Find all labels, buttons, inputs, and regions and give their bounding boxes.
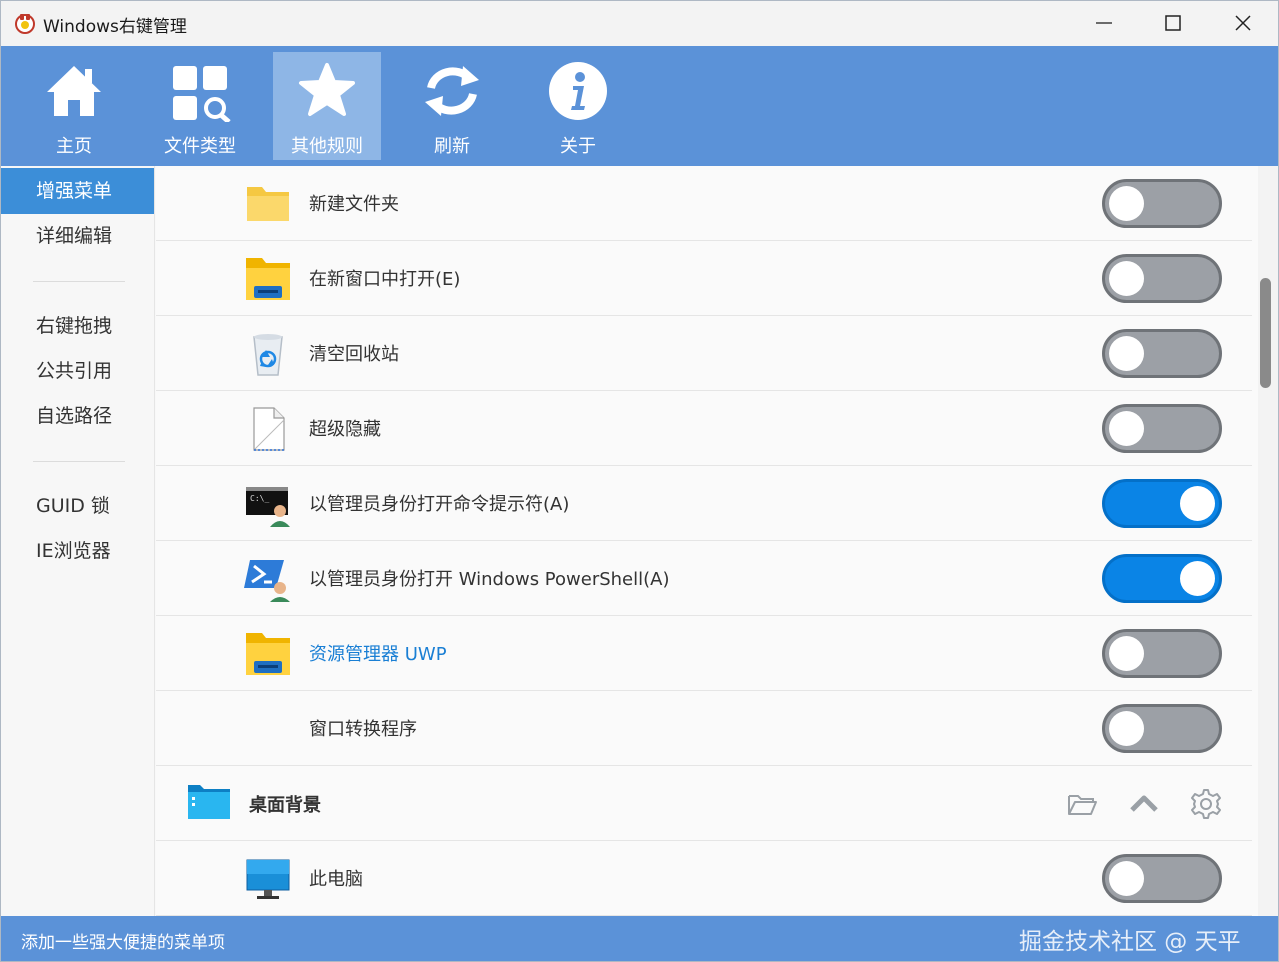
rule-toggle[interactable] <box>1102 254 1222 303</box>
main-toolbar: 主页 文件类型 其他规则 刷新 关于 <box>1 46 1278 166</box>
sidebar: 增强菜单 详细编辑 右键拖拽 公共引用 自选路径 GUID 锁 IE浏览器 <box>1 166 155 916</box>
status-bar: 添加一些强大便捷的菜单项 掘金技术社区 @ 天平 <box>1 916 1278 961</box>
toolbar-home-label: 主页 <box>56 136 92 157</box>
blank-file-icon <box>253 407 285 451</box>
star-icon <box>299 63 355 116</box>
toggle-knob <box>1109 411 1144 446</box>
info-icon <box>549 62 607 120</box>
toolbar-file-types-button[interactable]: 文件类型 <box>146 52 254 160</box>
rule-label: 清空回收站 <box>309 344 399 365</box>
refresh-icon <box>425 66 479 116</box>
close-icon <box>1235 15 1251 31</box>
sidebar-item-detailed-edit[interactable]: 详细编辑 <box>1 213 154 259</box>
cmd-admin-icon: C:\_ <box>246 487 290 527</box>
toolbar-about-label: 关于 <box>560 136 596 157</box>
rule-label: 在新窗口中打开(E) <box>309 269 461 290</box>
file-types-icon <box>173 66 231 122</box>
rule-toggle[interactable] <box>1102 404 1222 453</box>
close-button[interactable] <box>1208 1 1278 46</box>
toolbar-home-button[interactable]: 主页 <box>20 52 128 160</box>
sidebar-divider <box>33 281 125 282</box>
toggle-knob <box>1109 711 1144 746</box>
window-title: Windows右键管理 <box>43 17 187 37</box>
list-item: 资源管理器 UWP <box>156 616 1252 691</box>
sidebar-item-custom-path[interactable]: 自选路径 <box>1 393 154 439</box>
explorer-folder-icon <box>246 258 290 300</box>
minimize-icon <box>1096 22 1112 24</box>
powershell-admin-icon <box>244 560 290 602</box>
toolbar-refresh-button[interactable]: 刷新 <box>398 52 506 160</box>
rule-label: 资源管理器 UWP <box>309 644 447 665</box>
toggle-knob <box>1109 261 1144 296</box>
rule-label: 以管理员身份打开 Windows PowerShell(A) <box>309 569 670 590</box>
toggle-knob <box>1109 861 1144 896</box>
rule-label: 新建文件夹 <box>309 194 399 215</box>
minimize-button[interactable] <box>1069 1 1139 46</box>
list-item: 超级隐藏 <box>156 391 1252 466</box>
group-header: 桌面背景 <box>156 766 1252 841</box>
toolbar-about-button[interactable]: 关于 <box>524 52 632 160</box>
vertical-scrollbar[interactable] <box>1258 166 1278 916</box>
toggle-knob <box>1109 186 1144 221</box>
title-bar: Windows右键管理 <box>1 1 1278 46</box>
toolbar-file-types-label: 文件类型 <box>164 136 236 157</box>
toolbar-other-rules-label: 其他规则 <box>291 136 363 157</box>
sidebar-divider <box>33 461 125 462</box>
list-item: 窗口转换程序 <box>156 691 1252 766</box>
rule-toggle[interactable] <box>1102 854 1222 903</box>
list-item: 以管理员身份打开 Windows PowerShell(A) <box>156 541 1252 616</box>
list-item: 此电脑 <box>156 841 1252 916</box>
watermark: 掘金技术社区 @ 天平 <box>1019 929 1241 955</box>
sidebar-item-guid-lock[interactable]: GUID 锁 <box>1 483 154 529</box>
rule-toggle[interactable] <box>1102 329 1222 378</box>
toolbar-refresh-label: 刷新 <box>434 136 470 157</box>
recycle-bin-icon <box>253 334 283 376</box>
monitor-icon <box>246 859 290 899</box>
explorer-folder-icon <box>246 633 290 675</box>
gear-icon[interactable] <box>1190 788 1222 820</box>
app-logo-icon <box>15 14 35 34</box>
chevron-up-icon[interactable] <box>1128 788 1160 820</box>
svg-text:C:\_: C:\_ <box>250 494 269 503</box>
toggle-knob <box>1180 486 1215 521</box>
rule-toggle[interactable] <box>1102 479 1222 528</box>
maximize-button[interactable] <box>1138 1 1208 46</box>
maximize-icon <box>1165 15 1181 31</box>
sidebar-item-enhanced-menu[interactable]: 增强菜单 <box>1 168 154 214</box>
list-item: 清空回收站 <box>156 316 1252 391</box>
toggle-knob <box>1180 561 1215 596</box>
rule-toggle[interactable] <box>1102 554 1222 603</box>
rule-label: 超级隐藏 <box>309 419 381 440</box>
scrollbar-thumb[interactable] <box>1260 278 1271 388</box>
sidebar-item-drag-drop[interactable]: 右键拖拽 <box>1 303 154 349</box>
rule-label: 此电脑 <box>309 869 363 890</box>
toolbar-other-rules-button[interactable]: 其他规则 <box>273 52 381 160</box>
sidebar-item-ie-browser[interactable]: IE浏览器 <box>1 528 154 574</box>
toggle-knob <box>1109 336 1144 371</box>
app-window: Windows右键管理 主页 文件类型 其他规则 刷新 关于 增强菜单 详细编辑… <box>0 0 1279 962</box>
rule-toggle[interactable] <box>1102 629 1222 678</box>
sidebar-item-shared-refs[interactable]: 公共引用 <box>1 348 154 394</box>
rule-toggle[interactable] <box>1102 704 1222 753</box>
rule-label: 窗口转换程序 <box>309 719 417 740</box>
toggle-knob <box>1109 636 1144 671</box>
folder-icon <box>247 187 289 221</box>
rule-label: 以管理员身份打开命令提示符(A) <box>309 494 570 515</box>
list-item: 在新窗口中打开(E) <box>156 241 1252 316</box>
list-item: 新建文件夹 <box>156 166 1252 241</box>
desktop-folder-icon <box>188 785 230 819</box>
rules-list: 新建文件夹 在新窗口中打开(E) 清空回收站 超级隐藏 C:\_ 以管理员身份打… <box>156 166 1258 916</box>
home-icon <box>47 66 101 116</box>
status-text: 添加一些强大便捷的菜单项 <box>21 933 225 953</box>
group-label: 桌面背景 <box>249 795 321 816</box>
open-folder-icon[interactable] <box>1066 788 1098 820</box>
list-item: C:\_ 以管理员身份打开命令提示符(A) <box>156 466 1252 541</box>
rule-toggle[interactable] <box>1102 179 1222 228</box>
